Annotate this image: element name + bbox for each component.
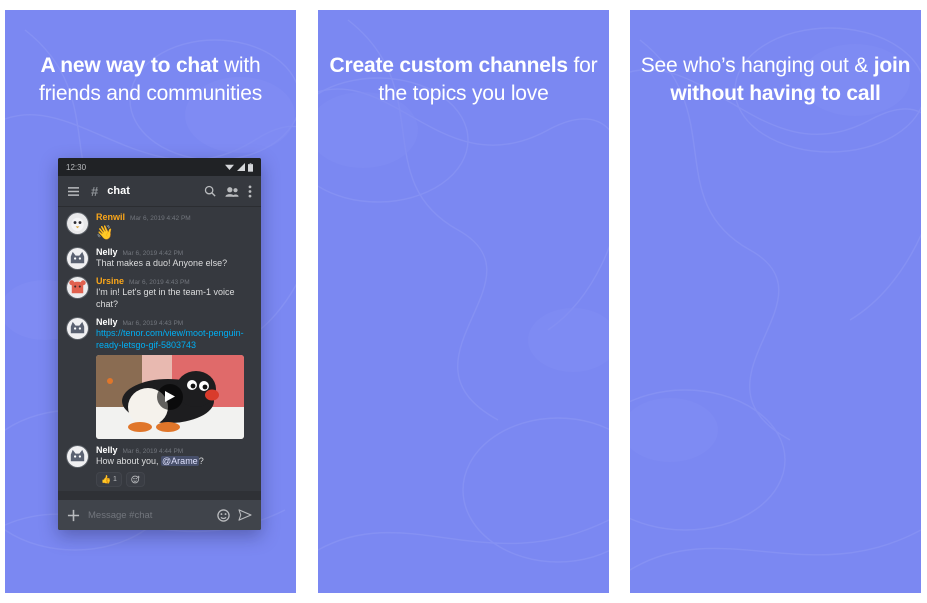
chat-topbar: # chat — [58, 176, 261, 207]
message-header: Nelly Mar 6, 2019 4:44 PM — [96, 445, 253, 455]
add-reaction-icon — [131, 475, 140, 484]
avatar[interactable] — [66, 276, 89, 300]
message-body: Nelly Mar 6, 2019 4:43 PM https://tenor.… — [96, 317, 253, 439]
message-timestamp: Mar 6, 2019 4:42 PM — [130, 215, 191, 222]
message-timestamp: Mar 6, 2019 4:43 PM — [122, 320, 184, 328]
emoji-icon[interactable] — [217, 508, 230, 522]
headline-normal-3: See who’s hanging out & — [640, 54, 874, 77]
avatar[interactable] — [66, 247, 89, 271]
message-header: Renwil Mar 6, 2019 4:42 PM — [96, 212, 253, 222]
panel-headline-2: Create custom channels for the topics yo… — [318, 52, 609, 107]
penguin-gif-attachment[interactable] — [96, 354, 244, 439]
message-input[interactable]: Message #chat — [88, 510, 209, 521]
plus-icon[interactable] — [67, 509, 80, 522]
search-icon[interactable] — [204, 185, 216, 197]
promo-panel-3: See who’s hanging out & join without hav… — [630, 10, 921, 593]
screenshot-root: A new way to chat with friends and commu… — [0, 0, 927, 603]
message-composer[interactable]: Message #chat — [58, 500, 261, 530]
avatar[interactable] — [66, 444, 89, 468]
members-icon[interactable] — [225, 186, 239, 197]
headline-bold-2: Create custom channels — [329, 54, 569, 77]
message-item: Nelly Mar 6, 2019 4:42 PM That makes a d… — [58, 242, 261, 271]
phone-status-bar: 12:30 — [58, 158, 261, 176]
message-text-post: ? — [198, 455, 204, 466]
reaction-count: 1 — [112, 475, 117, 483]
hamburger-menu-icon[interactable] — [67, 186, 80, 197]
message-author[interactable]: Nelly — [96, 445, 118, 455]
signal-icon — [237, 163, 245, 171]
panel-headline-3: See who’s hanging out & join without hav… — [630, 52, 921, 107]
message-link[interactable]: https://tenor.com/view/moot-penguin-read… — [96, 328, 253, 352]
send-icon[interactable] — [238, 509, 252, 521]
status-icons — [225, 162, 253, 172]
more-vertical-icon[interactable] — [248, 184, 252, 198]
avatar[interactable] — [66, 212, 89, 235]
user-mention[interactable]: @Arame — [161, 455, 199, 466]
reaction-thumbsup[interactable]: 👍 1 — [96, 471, 122, 487]
message-item: Renwil Mar 6, 2019 4:42 PM 👋 — [58, 207, 261, 242]
message-body: Renwil Mar 6, 2019 4:42 PM 👋 — [96, 212, 253, 241]
reaction-row: 👍 1 — [96, 471, 253, 487]
message-timestamp: Mar 6, 2019 4:43 PM — [129, 279, 190, 287]
message-timestamp: Mar 6, 2019 4:42 PM — [122, 250, 184, 258]
message-header: Nelly Mar 6, 2019 4:43 PM — [96, 317, 253, 327]
message-text-pre: How about you, — [96, 455, 162, 466]
message-text: How about you, @Arame? — [96, 455, 253, 468]
message-header: Ursine Mar 6, 2019 4:43 PM — [96, 276, 253, 286]
message-timestamp: Mar 6, 2019 4:44 PM — [122, 447, 184, 455]
message-author[interactable]: Nelly — [96, 247, 118, 257]
channel-title: chat — [107, 185, 130, 197]
message-header: Nelly Mar 6, 2019 4:42 PM — [96, 247, 253, 257]
message-item: Ursine Mar 6, 2019 4:43 PM I'm in! Let's… — [58, 271, 261, 312]
message-text: That makes a duo! Anyone else? — [96, 258, 228, 269]
status-time: 12:30 — [66, 162, 87, 172]
message-text: 👋 — [96, 224, 114, 240]
wifi-icon — [225, 164, 234, 170]
avatar[interactable] — [66, 317, 89, 341]
message-body: Nelly Mar 6, 2019 4:42 PM That makes a d… — [96, 247, 253, 270]
message-author[interactable]: Nelly — [96, 317, 118, 327]
message-author[interactable]: Renwil — [96, 212, 125, 222]
play-button[interactable] — [157, 383, 183, 410]
add-reaction-button[interactable] — [125, 471, 145, 487]
message-body: Nelly Mar 6, 2019 4:44 PM How about you,… — [96, 445, 253, 487]
message-item: Nelly Mar 6, 2019 4:44 PM How about you,… — [58, 440, 261, 488]
panel-headline-1: A new way to chat with friends and commu… — [5, 52, 296, 107]
phone-mockup-chat: 12:30 # chat Renwil Mar 6, 2019 4:42 PM … — [58, 158, 261, 530]
message-list[interactable]: Renwil Mar 6, 2019 4:42 PM 👋 Nelly Mar 6… — [58, 207, 261, 491]
message-body: Ursine Mar 6, 2019 4:43 PM I'm in! Let's… — [96, 276, 253, 311]
channel-hash-icon: # — [91, 183, 99, 199]
headline-bold-1: A new way to chat — [40, 54, 219, 77]
promo-panel-2: Create custom channels for the topics yo… — [318, 10, 609, 593]
reaction-emoji: 👍 — [101, 474, 111, 484]
battery-icon — [248, 162, 253, 172]
message-item: Arame Mar 6, 2019 4:44 PM — [58, 488, 261, 491]
message-text: I'm in! Let's get in the team-1 voice ch… — [96, 287, 235, 310]
message-author[interactable]: Ursine — [96, 276, 124, 286]
message-item: Nelly Mar 6, 2019 4:43 PM https://tenor.… — [58, 312, 261, 440]
promo-panel-1: A new way to chat with friends and commu… — [5, 10, 296, 593]
